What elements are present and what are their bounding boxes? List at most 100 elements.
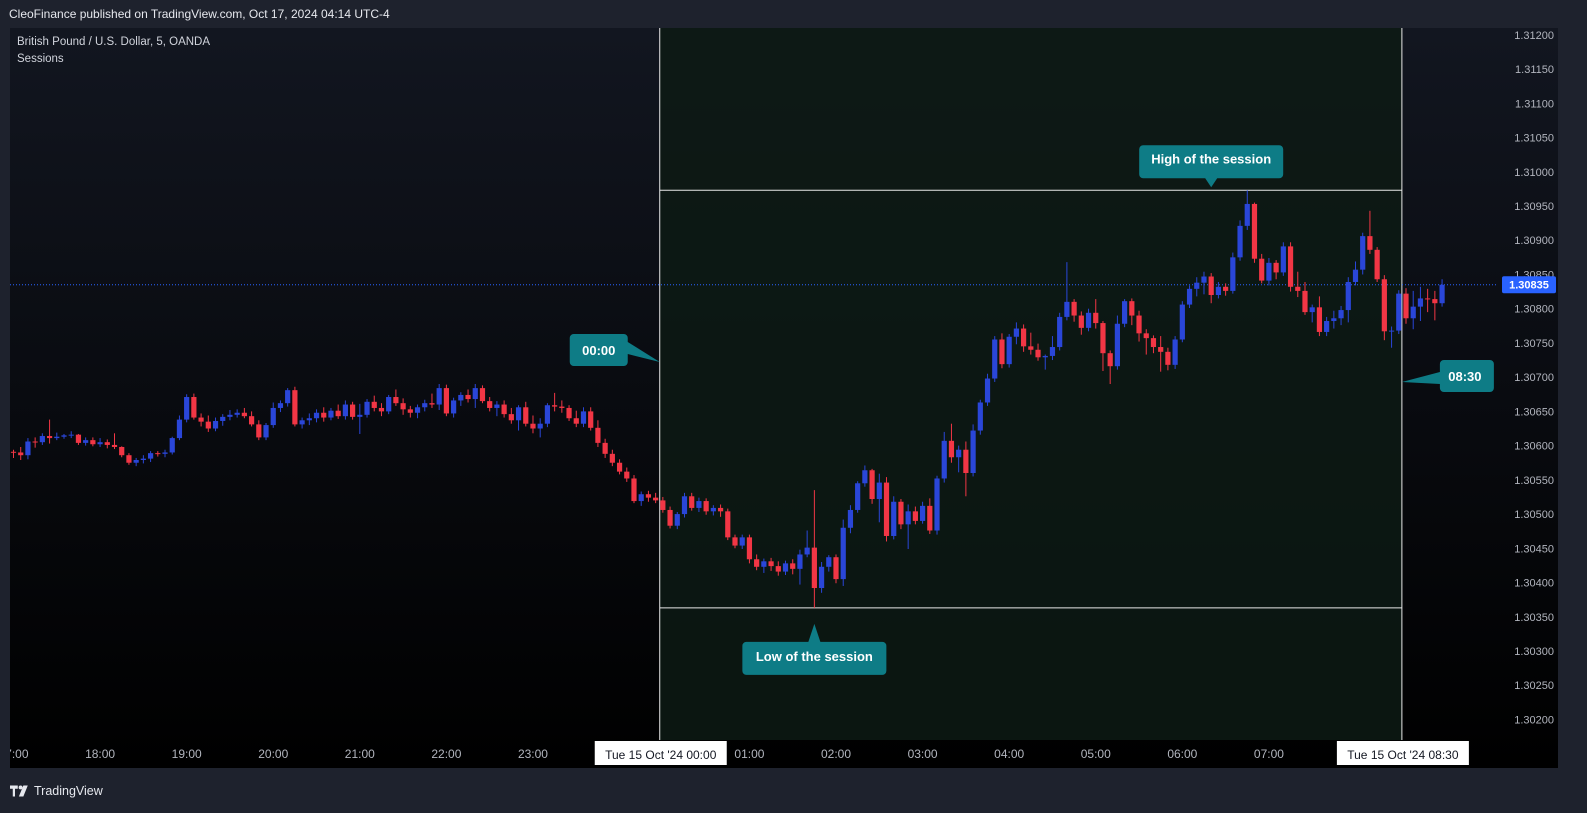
- candle-body: [984, 378, 991, 403]
- candle-body: [155, 453, 161, 455]
- candle: [393, 389, 399, 406]
- candle: [487, 397, 493, 412]
- candle-body: [696, 501, 702, 508]
- candle: [869, 468, 875, 504]
- candle: [162, 449, 168, 458]
- candle-body: [1049, 347, 1056, 356]
- candle-body: [147, 453, 154, 459]
- candle: [328, 407, 334, 421]
- candle: [342, 400, 348, 420]
- candle: [39, 433, 45, 445]
- price-tick-label: 1.30750: [1514, 338, 1554, 350]
- candle-body: [1122, 301, 1128, 324]
- candle: [32, 437, 38, 448]
- candle: [537, 418, 543, 438]
- candle-body: [537, 423, 543, 429]
- candle-body: [725, 511, 731, 538]
- candle-body: [970, 430, 976, 473]
- brand-name[interactable]: TradingView: [34, 784, 103, 798]
- candle-body: [1374, 249, 1380, 280]
- candle-body: [862, 470, 868, 484]
- candle: [371, 395, 377, 412]
- candle: [451, 397, 457, 418]
- candle: [1417, 286, 1424, 322]
- candle-body: [277, 403, 284, 408]
- candle-body: [754, 559, 760, 567]
- candle-body: [761, 561, 767, 567]
- candle-body: [1345, 281, 1351, 311]
- candle-body: [782, 563, 789, 572]
- time-tick-label: 02:00: [821, 747, 851, 761]
- candle-body: [1158, 347, 1164, 352]
- candle: [616, 459, 623, 475]
- candle-body: [912, 511, 918, 521]
- candle-body: [1006, 336, 1012, 365]
- price-tick-label: 1.30300: [1514, 646, 1554, 658]
- candle-body: [732, 537, 738, 546]
- candle-body: [111, 444, 118, 447]
- candle-body: [234, 412, 240, 415]
- candle-body: [321, 412, 327, 418]
- tradingview-logo-icon[interactable]: [10, 784, 30, 797]
- candle-body: [18, 452, 24, 456]
- candle-body: [508, 414, 514, 421]
- candle: [609, 449, 615, 467]
- candle-body: [1165, 351, 1171, 365]
- candle-body: [313, 412, 320, 419]
- candle-body: [883, 482, 890, 536]
- candle-body: [1302, 290, 1308, 313]
- candle-body: [573, 418, 579, 424]
- candle: [595, 420, 601, 447]
- time-tick-label: 20:00: [258, 747, 288, 761]
- candle-body: [1266, 262, 1272, 281]
- candle-body: [1388, 330, 1395, 332]
- candle-body: [494, 404, 500, 408]
- candle-body: [580, 411, 587, 424]
- time-tick-label: 17:00: [10, 747, 29, 761]
- candle: [54, 432, 60, 441]
- candle: [126, 453, 132, 465]
- candle: [573, 410, 579, 428]
- candle-body: [833, 557, 839, 580]
- candle: [263, 423, 269, 441]
- candle-body: [645, 494, 652, 498]
- candle-body: [414, 407, 421, 413]
- price-axis[interactable]: 1.31200 1.31150 1.31100 1.31050 1.31000 1.309…: [1498, 28, 1558, 768]
- candle: [220, 414, 226, 426]
- candle: [147, 451, 154, 463]
- candle-body: [25, 441, 31, 456]
- candle-body: [1244, 203, 1250, 226]
- candle-body: [739, 537, 745, 546]
- candle-body: [378, 407, 385, 412]
- time-axis[interactable]: 17:00 18:00 19:00 20:00 21:00 22:00 23:00 01:00…: [10, 741, 1469, 765]
- publish-header: CleoFinance published on TradingView.com…: [0, 0, 1587, 28]
- candle: [436, 384, 442, 411]
- candle-body: [898, 501, 904, 525]
- candle-body: [847, 509, 854, 528]
- candle-body: [530, 423, 536, 429]
- candle: [321, 407, 327, 422]
- candle-body: [1316, 307, 1323, 332]
- candle-body: [710, 507, 716, 512]
- candle: [443, 384, 449, 417]
- session-close-callout-label: 08:30: [1448, 369, 1481, 384]
- candlestick-chart[interactable]: 00:00 08:30 High of the session Low of the …: [10, 28, 1558, 768]
- candle: [1403, 288, 1409, 324]
- candle-body: [1259, 258, 1265, 281]
- candle-body: [1360, 236, 1366, 270]
- candle-body: [75, 434, 82, 443]
- candle-body: [126, 455, 132, 463]
- candle-body: [1179, 304, 1185, 340]
- time-tick-label: 23:00: [518, 747, 548, 761]
- candle: [580, 407, 587, 428]
- candle: [588, 407, 594, 431]
- candle-body: [364, 401, 370, 415]
- candle: [205, 415, 211, 432]
- candle-body: [205, 421, 211, 429]
- chart-area[interactable]: 00:00 08:30 High of the session Low of the …: [10, 28, 1558, 768]
- candle-body: [1280, 246, 1286, 273]
- candle-body: [1093, 312, 1099, 324]
- candle-body: [1194, 282, 1200, 289]
- candle-body: [169, 438, 175, 453]
- candle: [984, 373, 991, 406]
